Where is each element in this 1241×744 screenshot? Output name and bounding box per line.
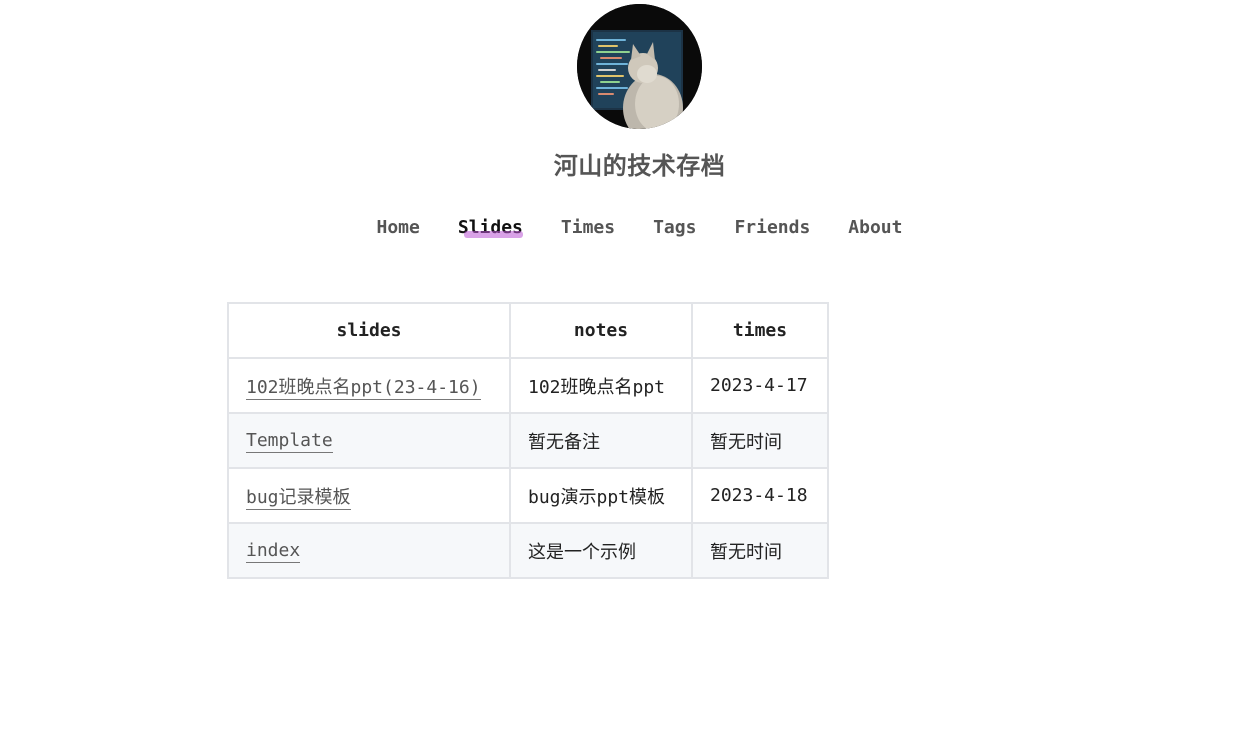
nav-tags[interactable]: Tags xyxy=(653,216,696,240)
table-row: 102班晚点名ppt(23-4-16) 102班晚点名ppt 2023-4-17 xyxy=(227,357,829,414)
nav-slides[interactable]: Slides xyxy=(458,216,523,240)
time-cell: 2023-4-17 xyxy=(691,357,829,414)
note-cell: bug演示ppt模板 xyxy=(509,467,693,524)
main-nav: Home Slides Times Tags Friends About xyxy=(0,216,1241,240)
slide-link[interactable]: bug记录模板 xyxy=(246,486,351,510)
time-cell: 暂无时间 xyxy=(691,522,829,579)
note-cell: 102班晚点名ppt xyxy=(509,357,693,414)
nav-times[interactable]: Times xyxy=(561,216,615,240)
header-slides: slides xyxy=(227,302,511,359)
table-row: Template 暂无备注 暂无时间 xyxy=(227,412,829,469)
table-header-row: slides notes times xyxy=(227,302,829,359)
slide-link[interactable]: 102班晚点名ppt(23-4-16) xyxy=(246,376,481,400)
slide-cell: index xyxy=(227,522,511,579)
table-row: bug记录模板 bug演示ppt模板 2023-4-18 xyxy=(227,467,829,524)
cat-at-monitor-image xyxy=(577,4,702,129)
slide-cell: Template xyxy=(227,412,511,469)
slide-cell: bug记录模板 xyxy=(227,467,511,524)
header-notes: notes xyxy=(509,302,693,359)
slide-link[interactable]: index xyxy=(246,540,301,563)
avatar[interactable] xyxy=(577,4,702,129)
page: 河山的技术存档 Home Slides Times Tags Friends A… xyxy=(0,0,1241,744)
header-times: times xyxy=(691,302,829,359)
note-cell: 这是一个示例 xyxy=(509,522,693,579)
time-cell: 暂无时间 xyxy=(691,412,829,469)
site-title[interactable]: 河山的技术存档 xyxy=(0,146,1241,181)
table-row: index 这是一个示例 暂无时间 xyxy=(227,522,829,579)
slide-cell: 102班晚点名ppt(23-4-16) xyxy=(227,357,511,414)
slide-link[interactable]: Template xyxy=(246,430,333,453)
note-cell: 暂无备注 xyxy=(509,412,693,469)
slides-table: slides notes times 102班晚点名ppt(23-4-16) 1… xyxy=(227,302,829,579)
nav-friends[interactable]: Friends xyxy=(734,216,810,240)
nav-about[interactable]: About xyxy=(848,216,902,240)
nav-home[interactable]: Home xyxy=(377,216,420,240)
time-cell: 2023-4-18 xyxy=(691,467,829,524)
